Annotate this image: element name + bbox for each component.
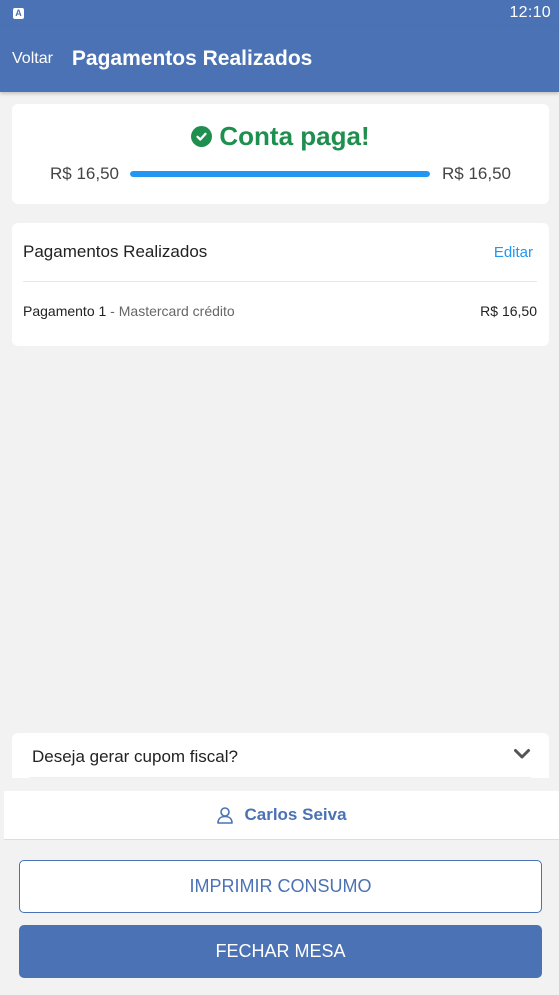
payments-header: Pagamentos Realizados Editar — [23, 242, 533, 262]
waiter-bar: Carlos Seiva — [4, 791, 559, 840]
divider — [23, 281, 537, 282]
chevron-down-icon[interactable] — [513, 747, 531, 765]
page-title: Pagamentos Realizados — [71, 47, 313, 70]
status-time: 12:10 — [509, 4, 551, 21]
app-notification-icon: A — [13, 7, 24, 19]
edit-payments-button[interactable]: Editar — [494, 244, 533, 261]
payment-summary-card: Conta paga! R$ 16,50 R$ 16,50 — [12, 104, 549, 204]
paid-amount: R$ 16,50 — [50, 164, 119, 183]
fiscal-coupon-toggle[interactable]: Deseja gerar cupom fiscal? — [12, 733, 549, 778]
payment-description: Pagamento 1 - Mastercard crédito — [23, 303, 235, 319]
payment-amount: R$ 16,50 — [480, 303, 537, 319]
payment-method: Mastercard crédito — [118, 303, 235, 319]
payment-progress-bar — [130, 171, 430, 177]
payment-name: Pagamento 1 — [23, 303, 107, 319]
print-consumption-button[interactable]: IMPRIMIR CONSUMO — [19, 860, 542, 913]
total-amount: R$ 16,50 — [442, 164, 511, 183]
payments-card: Pagamentos Realizados Editar Pagamento 1… — [12, 223, 549, 346]
payment-row: Pagamento 1 - Mastercard crédito R$ 16,5… — [23, 303, 537, 319]
user-icon — [216, 806, 234, 824]
payment-separator: - — [106, 303, 119, 319]
paid-status-label: Conta paga! — [219, 121, 370, 151]
fiscal-coupon-question: Deseja gerar cupom fiscal? — [32, 747, 238, 766]
app-notification-letter: A — [15, 7, 22, 18]
status-bar: A 12:10 — [0, 0, 559, 26]
paid-status: Conta paga! — [12, 121, 549, 152]
divider — [30, 777, 531, 778]
payments-title: Pagamentos Realizados — [23, 242, 208, 261]
payment-progress-fill — [130, 171, 430, 177]
back-button[interactable]: Voltar — [12, 50, 53, 68]
check-circle-icon — [191, 126, 213, 147]
close-table-button[interactable]: FECHAR MESA — [19, 925, 542, 978]
waiter-name: Carlos Seiva — [244, 805, 347, 824]
app-bar: Voltar Pagamentos Realizados — [0, 26, 559, 92]
